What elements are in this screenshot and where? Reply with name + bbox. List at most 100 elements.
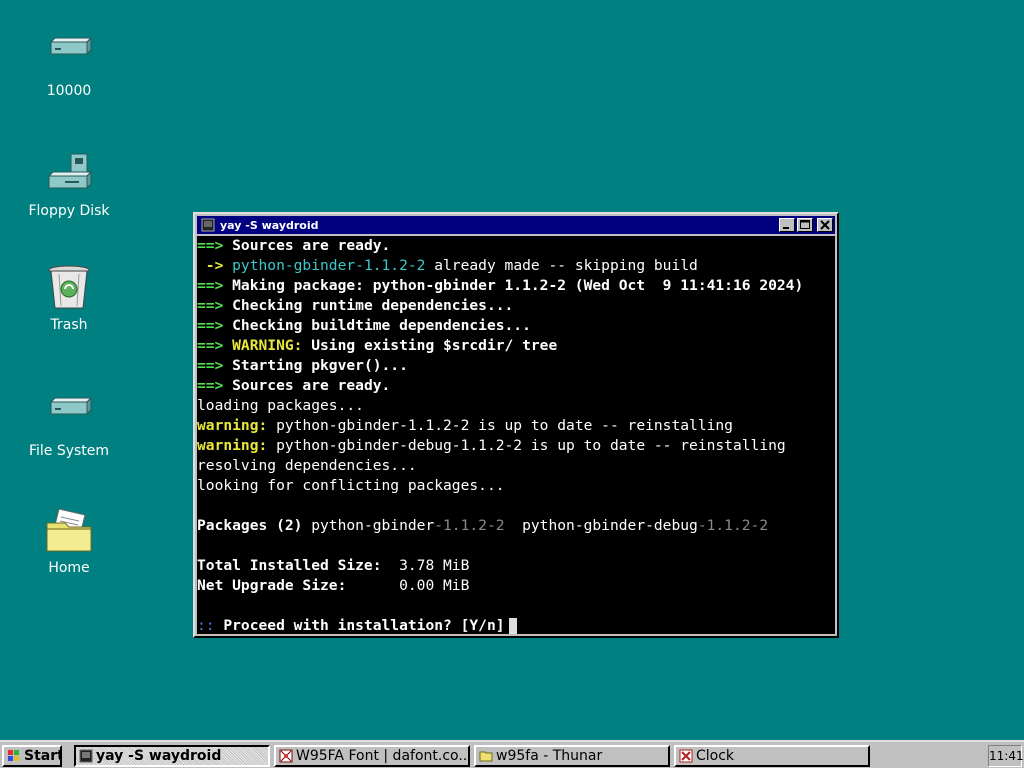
warning-label: WARNING: (223, 337, 303, 354)
task-label: w95fa - Thunar (496, 748, 603, 764)
system-clock[interactable]: 11:41 (988, 745, 1024, 767)
minimize-icon (783, 227, 789, 229)
task-w95fa-font[interactable]: W95FA Font | dafont.co... (274, 745, 470, 767)
package-name: python-gbinder-1.1.2-2 (223, 257, 426, 274)
floppy-disk-icon (45, 148, 93, 196)
desktop-icon-label: Home (48, 560, 90, 576)
task-label: yay -S waydroid (96, 748, 222, 764)
size-label: Net Upgrade Size: (197, 577, 347, 594)
desktop-icon-label: Floppy Disk (28, 203, 110, 219)
line-text: Sources are ready. (223, 237, 391, 254)
terminal-line: ==> Sources are ready. (197, 236, 835, 256)
terminal-line: warning: python-gbinder-debug-1.1.2-2 is… (197, 436, 835, 456)
maximize-icon (800, 220, 810, 229)
line-text: already made -- skipping build (425, 257, 698, 274)
terminal-line: Packages (2) python-gbinder-1.1.2-2 pyth… (197, 516, 835, 536)
desktop-icon-trash[interactable]: Trash (14, 262, 124, 334)
terminal-line: resolving dependencies... (197, 456, 835, 476)
terminal-line: -> python-gbinder-1.1.2-2 already made -… (197, 256, 835, 276)
terminal-line: ==> Sources are ready. (197, 376, 835, 396)
line-text: python-gbinder-1.1.2-2 is up to date -- … (267, 417, 733, 434)
terminal-line: ==> Making package: python-gbinder 1.1.2… (197, 276, 835, 296)
start-logo-icon (7, 749, 21, 763)
maximize-button[interactable] (797, 218, 813, 232)
hard-drive-icon (45, 388, 93, 436)
warning-label: warning: (197, 417, 268, 434)
terminal-line: ==> Checking runtime dependencies... (197, 296, 835, 316)
text-cursor (508, 617, 517, 634)
arrow-prefix: -> (197, 257, 224, 274)
window-titlebar[interactable]: yay -S waydroid (197, 216, 835, 234)
arrow-prefix: ==> (197, 377, 224, 394)
size-label: Total Installed Size: (197, 557, 382, 574)
terminal-line: warning: python-gbinder-1.1.2-2 is up to… (197, 416, 835, 436)
line-text: Using existing $srcdir/ tree (302, 337, 558, 354)
prompt-prefix: :: (197, 617, 215, 634)
package-name: python-gbinder (302, 517, 435, 534)
start-button[interactable]: Start (2, 745, 62, 767)
arrow-prefix: ==> (197, 317, 224, 334)
task-yay-waydroid[interactable]: yay -S waydroid (74, 745, 270, 767)
desktop-icon-label: Trash (50, 317, 88, 333)
prompt-text: Proceed with installation? [Y/n] (214, 617, 505, 634)
packages-label: Packages (2) (197, 517, 303, 534)
terminal-window[interactable]: yay -S waydroid ==> Sources are ready. -… (193, 212, 839, 638)
desktop-icon-label: File System (28, 443, 110, 459)
terminal-icon (79, 749, 93, 763)
window-title: yay -S waydroid (220, 218, 319, 232)
terminal-line: ==> Starting pkgver()... (197, 356, 835, 376)
clock-app-icon (679, 749, 693, 763)
taskbar: Start yay -S waydroid W95FA Font | dafon… (0, 740, 1024, 768)
terminal-line: ==> WARNING: Using existing $srcdir/ tre… (197, 336, 835, 356)
terminal-line: looking for conflicting packages... (197, 476, 835, 496)
minimize-button[interactable] (779, 218, 795, 232)
close-button[interactable] (817, 218, 833, 232)
task-label: Clock (696, 748, 735, 764)
terminal-line: ==> Checking buildtime dependencies... (197, 316, 835, 336)
desktop-icon-file-system[interactable]: File System (14, 388, 124, 460)
line-text: loading packages... (197, 397, 364, 414)
line-text: looking for conflicting packages... (197, 477, 505, 494)
browser-icon (279, 749, 293, 763)
task-label: W95FA Font | dafont.co... (296, 748, 470, 764)
package-name: python-gbinder-debug (504, 517, 698, 534)
trash-icon (45, 262, 93, 310)
arrow-prefix: ==> (197, 337, 224, 354)
terminal-output[interactable]: ==> Sources are ready. -> python-gbinder… (197, 236, 835, 634)
package-version: -1.1.2-2 (434, 517, 505, 534)
package-version: -1.1.2-2 (697, 517, 769, 534)
home-folder-icon (45, 505, 93, 553)
hard-drive-icon (45, 28, 93, 76)
terminal-line: Net Upgrade Size: 0.00 MiB (197, 576, 835, 596)
arrow-prefix: ==> (197, 277, 224, 294)
line-text: python-gbinder-debug-1.1.2-2 is up to da… (267, 437, 786, 454)
terminal-icon (201, 218, 215, 232)
line-text: Checking runtime dependencies... (223, 297, 514, 314)
line-text: Checking buildtime dependencies... (223, 317, 531, 334)
arrow-prefix: ==> (197, 297, 224, 314)
line-text: Sources are ready. (223, 377, 391, 394)
line-text: resolving dependencies... (197, 457, 417, 474)
desktop-icon-10000[interactable]: 10000 (14, 28, 124, 100)
desktop-icon-home[interactable]: Home (14, 505, 124, 577)
desktop-icon-floppy-disk[interactable]: Floppy Disk (14, 148, 124, 220)
terminal-line: loading packages... (197, 396, 835, 416)
size-value: 3.78 MiB (381, 557, 470, 574)
close-icon (820, 220, 830, 230)
warning-label: warning: (197, 437, 268, 454)
arrow-prefix: ==> (197, 357, 224, 374)
folder-icon (479, 749, 493, 763)
start-label: Start (24, 748, 62, 764)
arrow-prefix: ==> (197, 237, 224, 254)
terminal-prompt-line[interactable]: :: Proceed with installation? [Y/n] (197, 616, 835, 634)
terminal-line: Total Installed Size: 3.78 MiB (197, 556, 835, 576)
size-value: 0.00 MiB (346, 577, 470, 594)
line-text: Starting pkgver()... (223, 357, 408, 374)
desktop-icon-label: 10000 (46, 83, 92, 99)
line-text: Making package: python-gbinder 1.1.2-2 (… (223, 277, 804, 294)
task-clock[interactable]: Clock (674, 745, 870, 767)
task-thunar[interactable]: w95fa - Thunar (474, 745, 670, 767)
